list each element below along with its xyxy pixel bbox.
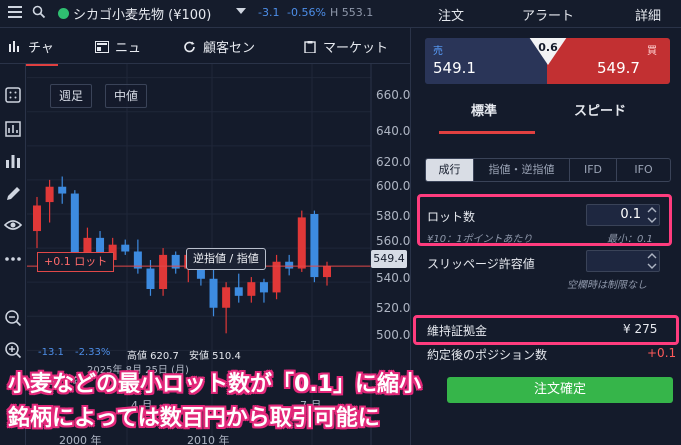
pencil-icon[interactable] bbox=[4, 185, 22, 203]
info-change: -13.1 bbox=[38, 347, 64, 358]
tab-standard[interactable]: 標準 bbox=[471, 100, 497, 119]
y-axis-label: 580.0 bbox=[376, 209, 411, 223]
high-price: H 553.1 bbox=[330, 6, 374, 19]
tab-details[interactable]: 詳細 bbox=[635, 5, 661, 24]
news-icon bbox=[95, 41, 109, 53]
nav-market-label: マーケット bbox=[323, 41, 389, 56]
lot-highlight bbox=[417, 194, 672, 246]
tab-order[interactable]: 注文 bbox=[429, 5, 473, 30]
candle-body bbox=[146, 268, 155, 289]
clipboard-icon bbox=[304, 41, 316, 53]
range-label: 2010 年 bbox=[187, 434, 230, 445]
candle-body bbox=[247, 282, 256, 296]
eye-icon[interactable] bbox=[4, 216, 22, 234]
y-axis-label: 640.0 bbox=[376, 124, 411, 138]
order-type-selector: 成行 指値・逆指値 IFD IFO bbox=[425, 158, 671, 182]
candle-body bbox=[121, 244, 130, 252]
nav-chart[interactable]: チャ bbox=[4, 37, 58, 66]
position-lot-tag[interactable]: +0.1 ロット bbox=[37, 252, 115, 272]
seg-market[interactable]: 成行 bbox=[426, 159, 474, 181]
nav-news-label: ニュ bbox=[115, 41, 142, 56]
range-label: 2000 年 bbox=[59, 434, 102, 445]
buy-label: 買 bbox=[647, 46, 657, 57]
y-axis-label: 500.0 bbox=[376, 328, 411, 342]
candle-body bbox=[209, 278, 218, 308]
info-high: 高値 620.7 bbox=[127, 351, 179, 362]
position-value: +0.1 bbox=[647, 346, 677, 360]
tab-speed[interactable]: スピード bbox=[574, 100, 626, 119]
caption-line-1: 小麦などの最小ロット数が「0.1」に縮小 bbox=[8, 372, 421, 397]
spread-value: 0.6 bbox=[538, 41, 558, 54]
sell-price: 549.1 bbox=[433, 59, 476, 77]
nav-customer-label: 顧客セン bbox=[203, 41, 256, 56]
y-axis-label: 660.0 bbox=[376, 88, 411, 102]
candle-body bbox=[70, 193, 79, 255]
slippage-hint: 空欄時は制限なし bbox=[567, 280, 647, 291]
candle-body bbox=[323, 266, 331, 278]
tab-underline bbox=[439, 131, 535, 134]
position-label: 約定後のポジション数 bbox=[427, 348, 548, 362]
candle-body bbox=[234, 287, 243, 296]
price-type-button[interactable]: 中値 bbox=[105, 84, 148, 108]
timeframe-button[interactable]: 週足 bbox=[50, 84, 93, 108]
slippage-label: スリッページ許容値 bbox=[427, 257, 535, 271]
candle-body bbox=[58, 186, 67, 194]
refresh-icon bbox=[184, 41, 195, 53]
chevron-down-icon[interactable] bbox=[236, 8, 246, 14]
grid-icon[interactable] bbox=[4, 86, 22, 104]
order-panel: 売 549.1 買 549.7 0.6 標準 スピード 成行 指値・逆指値 IF… bbox=[410, 28, 681, 445]
confirm-order-button[interactable]: 注文確定 bbox=[447, 377, 673, 403]
candle-body bbox=[222, 287, 231, 308]
indicator-icon[interactable] bbox=[4, 120, 22, 138]
candle-body bbox=[297, 217, 306, 269]
order-tooltip[interactable]: 逆指値 / 指値 bbox=[186, 248, 266, 270]
market-open-indicator bbox=[58, 8, 69, 19]
nav-row: チャ ニュ 顧客セン マーケット bbox=[0, 28, 410, 66]
chart-bars-icon bbox=[9, 41, 19, 52]
y-axis-label: 520.0 bbox=[376, 301, 411, 315]
nav-chart-label: チャ bbox=[28, 41, 54, 56]
candle-body bbox=[259, 282, 268, 293]
zoom-out-icon[interactable] bbox=[4, 309, 22, 327]
current-price-tag: 549.4 bbox=[371, 250, 407, 268]
price-change-pct: -0.56% bbox=[287, 6, 326, 19]
y-axis-label: 620.0 bbox=[376, 155, 411, 169]
zoom-in-icon[interactable] bbox=[4, 341, 22, 359]
nav-news[interactable]: ニュ bbox=[95, 37, 141, 56]
y-axis-label: 540.0 bbox=[376, 271, 411, 285]
search-icon[interactable] bbox=[32, 5, 46, 19]
candle-body bbox=[310, 214, 319, 278]
candle-body bbox=[159, 254, 168, 289]
candle-body bbox=[45, 186, 54, 203]
seg-limit-stop[interactable]: 指値・逆指値 bbox=[474, 159, 570, 181]
info-change-pct: -2.33% bbox=[75, 347, 111, 358]
more-icon[interactable] bbox=[4, 250, 22, 268]
top-header: シカゴ小麦先物 (¥100) -3.1 -0.56% H 553.1 bbox=[0, 0, 410, 28]
seg-ifo[interactable]: IFO bbox=[617, 159, 670, 181]
seg-ifd[interactable]: IFD bbox=[570, 159, 617, 181]
menu-icon[interactable] bbox=[8, 6, 22, 20]
bar-chart-icon[interactable] bbox=[4, 152, 22, 170]
nav-customer-center[interactable]: 顧客セン bbox=[183, 37, 255, 56]
slippage-stepper-icon[interactable] bbox=[645, 250, 659, 272]
tab-alert[interactable]: アラート bbox=[522, 5, 574, 24]
y-axis-label: 560.0 bbox=[376, 234, 411, 248]
candle-body bbox=[33, 205, 41, 232]
symbol-name[interactable]: シカゴ小麦先物 (¥100) bbox=[73, 4, 211, 23]
price-change: -3.1 bbox=[258, 6, 280, 19]
panel-tabs: 注文 アラート 詳細 bbox=[410, 0, 681, 30]
sell-label: 売 bbox=[433, 46, 443, 57]
bid-ask-box: 売 549.1 買 549.7 0.6 bbox=[425, 38, 670, 84]
y-axis-label: 600.0 bbox=[376, 179, 411, 193]
candle-body bbox=[285, 261, 294, 269]
info-low: 安値 510.4 bbox=[189, 351, 241, 362]
caption-line-2: 銘柄によっては数百円から取引可能に bbox=[8, 406, 380, 431]
nav-market[interactable]: マーケット bbox=[303, 37, 388, 56]
margin-highlight bbox=[413, 315, 679, 345]
buy-price: 549.7 bbox=[597, 59, 640, 77]
